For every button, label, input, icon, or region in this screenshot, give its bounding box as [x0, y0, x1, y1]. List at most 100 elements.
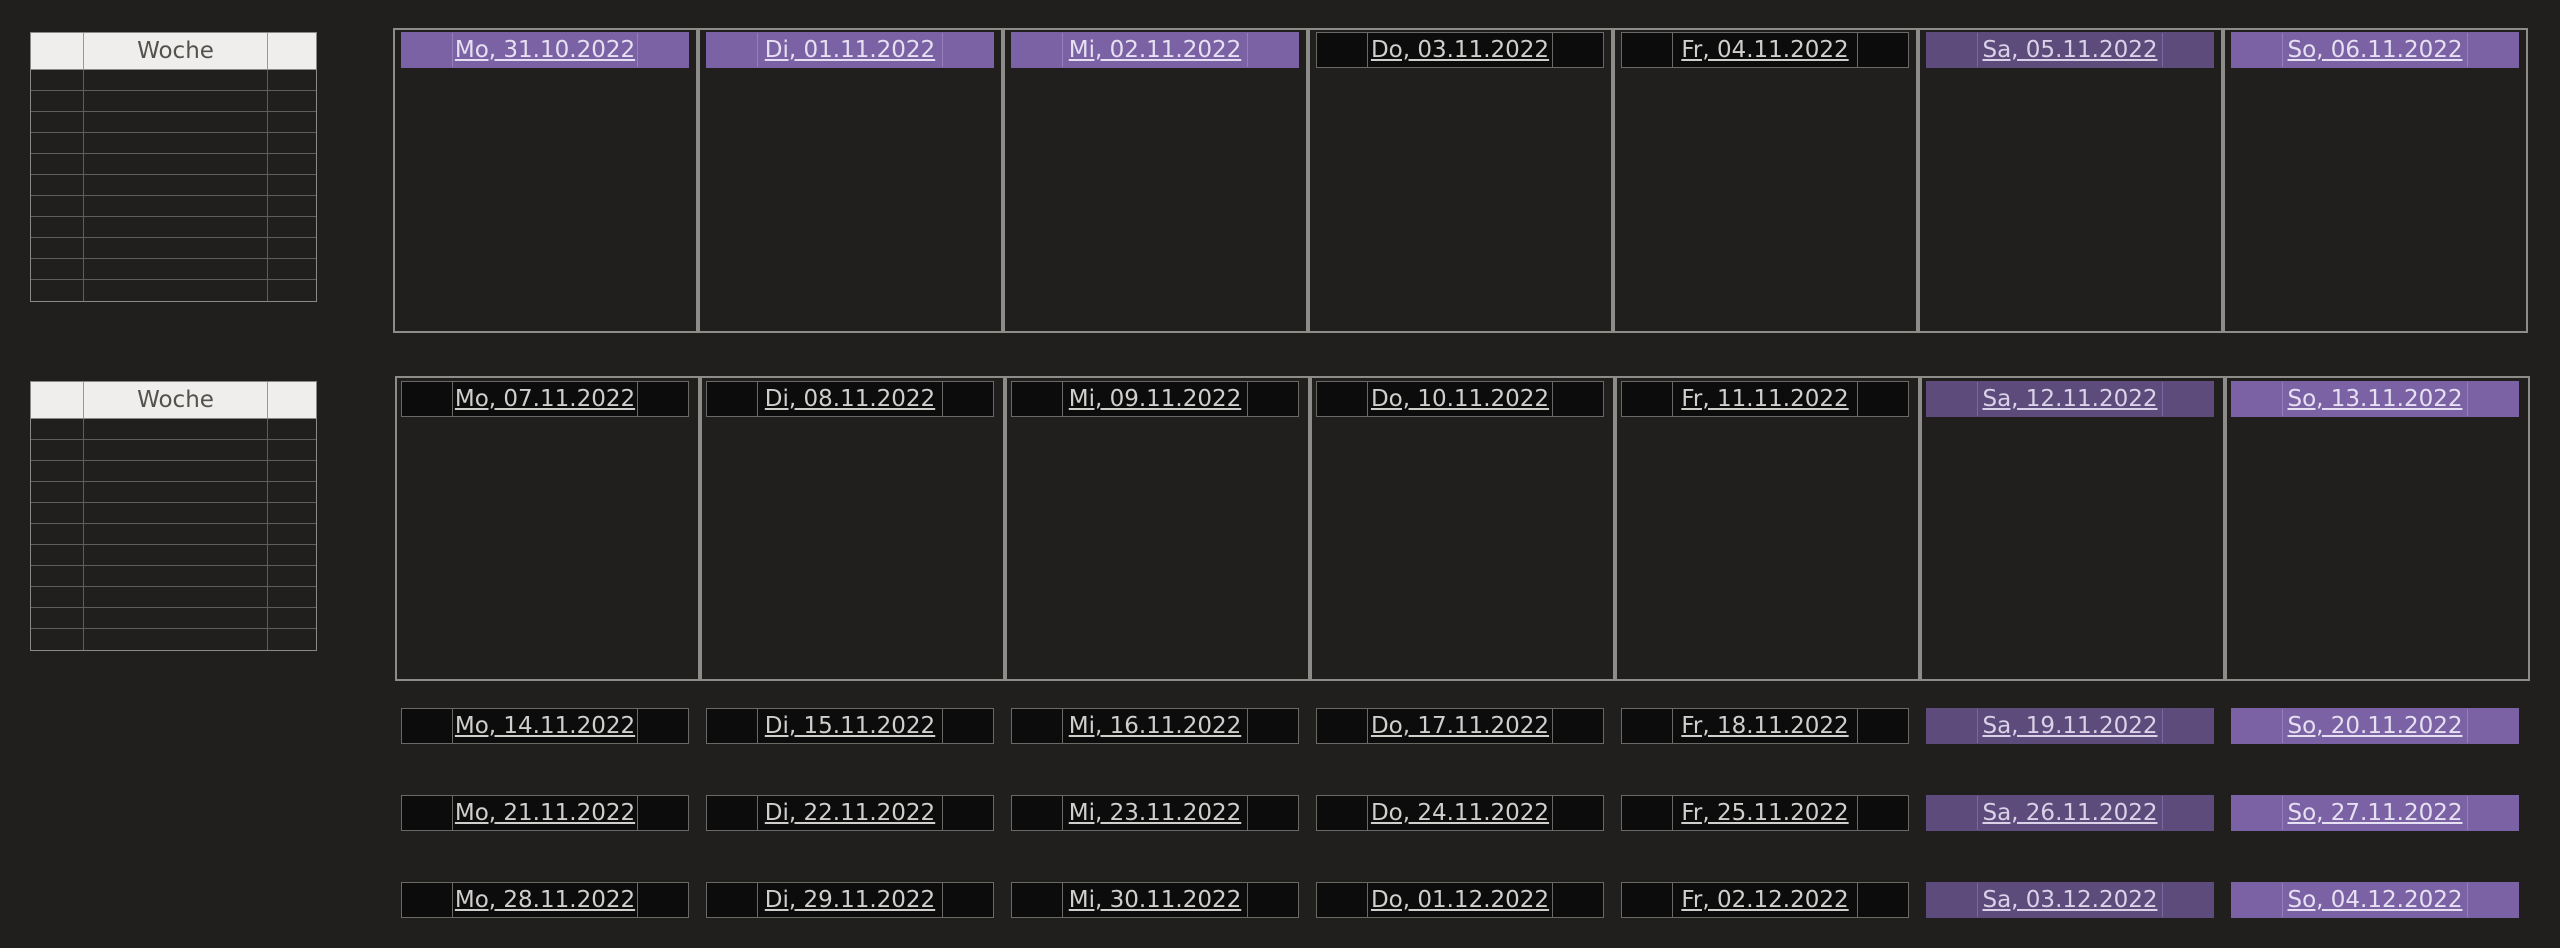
date-header-left-cell[interactable]: [707, 382, 758, 416]
date-header-left-cell[interactable]: [2232, 709, 2283, 743]
week-table-cell[interactable]: [84, 238, 268, 258]
date-header-left-cell[interactable]: [2232, 796, 2283, 830]
week-table-cell[interactable]: [268, 461, 316, 481]
week-table-cell[interactable]: [268, 419, 316, 439]
date-header-right-cell[interactable]: [943, 33, 993, 67]
day-cell[interactable]: [698, 28, 1003, 333]
date-header-right-cell[interactable]: [2468, 382, 2518, 416]
date-link[interactable]: Fr, 04.11.2022: [1673, 33, 1858, 67]
date-header-right-cell[interactable]: [638, 382, 688, 416]
date-link[interactable]: Mo, 14.11.2022: [453, 709, 638, 743]
date-header-left-cell[interactable]: [707, 796, 758, 830]
date-link[interactable]: Sa, 03.12.2022: [1978, 883, 2163, 917]
date-header[interactable]: Di, 29.11.2022: [706, 882, 994, 918]
date-header-right-cell[interactable]: [1858, 33, 1908, 67]
week-table-cell[interactable]: [268, 524, 316, 544]
week-table-cell[interactable]: [31, 440, 84, 460]
date-link[interactable]: Mo, 07.11.2022: [453, 382, 638, 416]
day-cell[interactable]: [1310, 376, 1615, 681]
week-header-label[interactable]: Woche: [84, 33, 268, 69]
week-table-cell[interactable]: [84, 566, 268, 586]
date-header-left-cell[interactable]: [402, 33, 453, 67]
date-link[interactable]: Di, 01.11.2022: [758, 33, 943, 67]
date-header-left-cell[interactable]: [1622, 382, 1673, 416]
date-header-right-cell[interactable]: [1553, 382, 1603, 416]
date-header-right-cell[interactable]: [2468, 33, 2518, 67]
date-link[interactable]: So, 13.11.2022: [2283, 382, 2468, 416]
week-table-row[interactable]: [31, 259, 316, 280]
date-link[interactable]: Sa, 26.11.2022: [1978, 796, 2163, 830]
week-table-cell[interactable]: [84, 545, 268, 565]
week-table-cell[interactable]: [268, 133, 316, 153]
week-table-cell[interactable]: [268, 587, 316, 607]
date-link[interactable]: Fr, 11.11.2022: [1673, 382, 1858, 416]
date-header-right-cell[interactable]: [2468, 709, 2518, 743]
week-table-cell[interactable]: [31, 482, 84, 502]
week-table-cell[interactable]: [268, 70, 316, 90]
date-header-left-cell[interactable]: [402, 883, 453, 917]
week-table-row[interactable]: [31, 217, 316, 238]
date-header-right-cell[interactable]: [2163, 709, 2213, 743]
week-table-cell[interactable]: [31, 259, 84, 279]
date-link[interactable]: Di, 22.11.2022: [758, 796, 943, 830]
date-header-right-cell[interactable]: [1858, 709, 1908, 743]
date-link[interactable]: Do, 01.12.2022: [1368, 883, 1553, 917]
date-header[interactable]: Mo, 21.11.2022: [401, 795, 689, 831]
date-header-right-cell[interactable]: [943, 709, 993, 743]
date-header-left-cell[interactable]: [1012, 709, 1063, 743]
week-table-row[interactable]: [31, 587, 316, 608]
day-cell[interactable]: [1613, 28, 1918, 333]
date-header-left-cell[interactable]: [1317, 709, 1368, 743]
week-table-cell[interactable]: [268, 259, 316, 279]
date-header-right-cell[interactable]: [943, 883, 993, 917]
date-header-left-cell[interactable]: [1927, 796, 1978, 830]
week-table-cell[interactable]: [84, 133, 268, 153]
week-table-cell[interactable]: [84, 154, 268, 174]
day-cell[interactable]: [1005, 376, 1310, 681]
date-header[interactable]: Do, 03.11.2022: [1316, 32, 1604, 68]
date-header[interactable]: Mo, 28.11.2022: [401, 882, 689, 918]
week-table-row[interactable]: [31, 482, 316, 503]
date-header[interactable]: Sa, 12.11.2022: [1926, 381, 2214, 417]
week-header-cell[interactable]: [31, 33, 84, 69]
day-cell[interactable]: [393, 28, 698, 333]
date-header-right-cell[interactable]: [2163, 796, 2213, 830]
week-table-cell[interactable]: [31, 196, 84, 216]
week-header-cell[interactable]: [268, 382, 316, 418]
week-table-cell[interactable]: [31, 70, 84, 90]
week-table-cell[interactable]: [31, 91, 84, 111]
date-link[interactable]: Mi, 09.11.2022: [1063, 382, 1248, 416]
week-table-cell[interactable]: [31, 175, 84, 195]
week-header-label[interactable]: Woche: [84, 382, 268, 418]
week-table-cell[interactable]: [268, 112, 316, 132]
week-table-cell[interactable]: [84, 419, 268, 439]
week-table-cell[interactable]: [268, 154, 316, 174]
date-header-left-cell[interactable]: [2232, 382, 2283, 416]
date-header-right-cell[interactable]: [638, 709, 688, 743]
date-header[interactable]: Do, 17.11.2022: [1316, 708, 1604, 744]
date-link[interactable]: Do, 10.11.2022: [1368, 382, 1553, 416]
week-table-cell[interactable]: [84, 461, 268, 481]
date-header[interactable]: Mi, 16.11.2022: [1011, 708, 1299, 744]
date-link[interactable]: Mi, 16.11.2022: [1063, 709, 1248, 743]
week-table-cell[interactable]: [84, 91, 268, 111]
date-header-right-cell[interactable]: [2163, 33, 2213, 67]
day-cell[interactable]: [1003, 28, 1308, 333]
week-table-cell[interactable]: [268, 91, 316, 111]
date-link[interactable]: Do, 03.11.2022: [1368, 33, 1553, 67]
week-table-row[interactable]: [31, 419, 316, 440]
date-link[interactable]: Fr, 18.11.2022: [1673, 709, 1858, 743]
date-header[interactable]: So, 20.11.2022: [2231, 708, 2519, 744]
date-link[interactable]: Mo, 21.11.2022: [453, 796, 638, 830]
date-header[interactable]: Mo, 14.11.2022: [401, 708, 689, 744]
date-header[interactable]: Sa, 19.11.2022: [1926, 708, 2214, 744]
week-table-cell[interactable]: [268, 608, 316, 628]
date-link[interactable]: Mi, 30.11.2022: [1063, 883, 1248, 917]
date-header-right-cell[interactable]: [638, 883, 688, 917]
date-link[interactable]: Di, 08.11.2022: [758, 382, 943, 416]
week-table-row[interactable]: [31, 112, 316, 133]
date-header-right-cell[interactable]: [2163, 382, 2213, 416]
date-header-right-cell[interactable]: [2468, 796, 2518, 830]
week-table-cell[interactable]: [268, 545, 316, 565]
date-header-left-cell[interactable]: [1927, 709, 1978, 743]
